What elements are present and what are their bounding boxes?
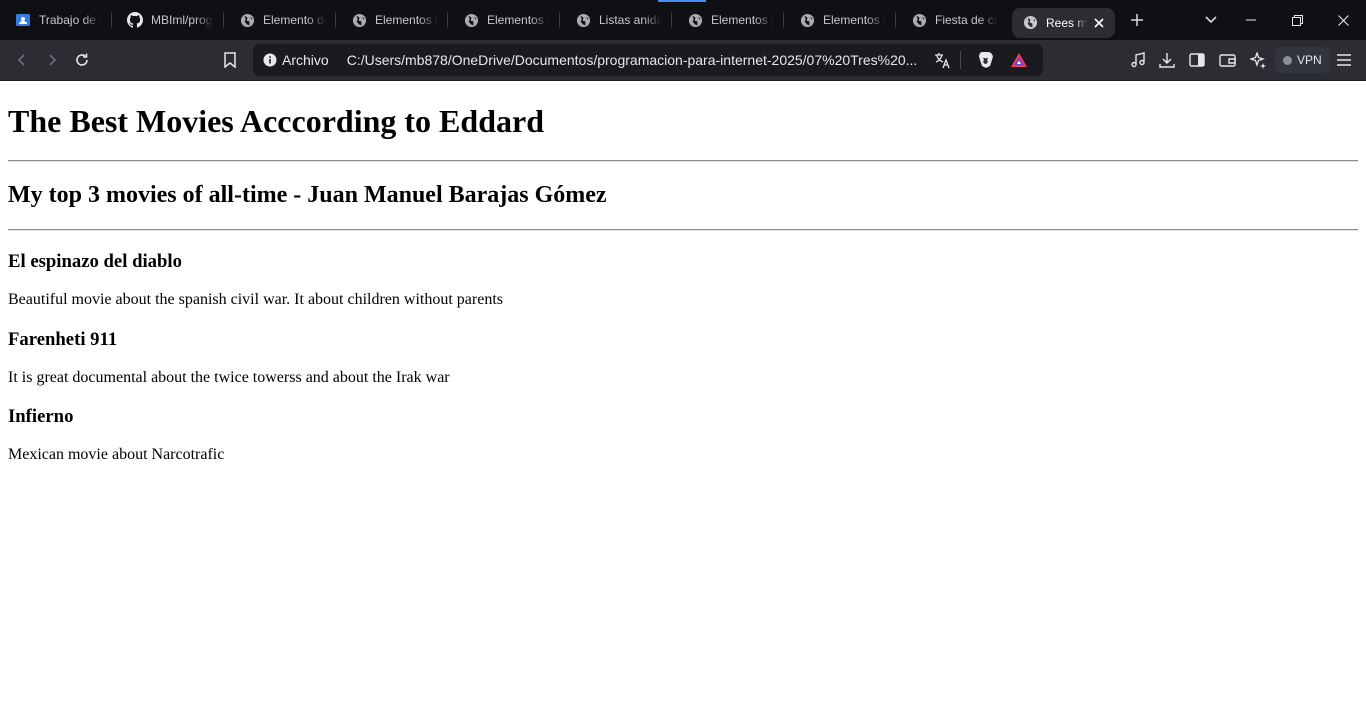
divider [8,160,1358,162]
globe-icon [911,12,927,28]
tab-elementos-ir[interactable]: Elementos ir [784,0,896,40]
minimize-button[interactable] [1228,0,1274,40]
wallet-button[interactable] [1213,46,1241,74]
tab-label: MBIml/prog [151,13,213,27]
tab-strip: Trabajo de c MBIml/prog Elemento de Elem… [0,0,1366,40]
chevron-down-icon [1205,16,1217,24]
movie-description: Beautiful movie about the spanish civil … [8,291,503,308]
url-text[interactable]: C:/Users/mb878/OneDrive/Documentos/progr… [347,52,919,68]
globe-icon [575,12,591,28]
tab-elemento-de[interactable]: Elemento de [224,0,336,40]
forward-button[interactable] [38,46,66,74]
vpn-button[interactable]: VPN [1275,47,1330,73]
close-tab-icon[interactable] [1091,15,1107,31]
tab-search-button[interactable] [1195,0,1227,40]
close-window-button[interactable] [1320,0,1366,40]
tab-label: Elementos p [711,13,774,27]
vpn-status-dot [1283,55,1292,65]
tab-label: Elementos b [375,13,438,27]
tab-elementos-p[interactable]: Elementos p [672,0,784,40]
plus-icon [1131,14,1143,26]
globe-icon [239,12,255,28]
downloads-button[interactable] [1153,46,1181,74]
bookmark-icon [224,52,236,68]
page-title: The Best Movies Acccording to Eddard [8,103,544,139]
globe-icon [1022,15,1038,31]
translate-icon[interactable] [932,50,952,70]
close-icon [1337,14,1349,26]
tab-github[interactable]: MBIml/prog [112,0,224,40]
tab-listas-anidadas[interactable]: Listas anida [560,0,672,40]
tab-label: Fiesta de cu [935,13,998,27]
new-tab-button[interactable] [1117,0,1157,40]
divider [8,229,1358,231]
leo-ai-button[interactable] [1244,46,1272,74]
tab-label: Trabajo de c [39,13,102,27]
sidebar-button[interactable] [1183,46,1211,74]
media-button[interactable] [1124,46,1152,74]
window-controls [1228,0,1366,40]
reload-button[interactable] [68,46,96,74]
url-scheme-label: Archivo [282,52,329,68]
forward-arrow-icon [49,54,57,66]
github-icon [127,12,143,28]
tab-list: Trabajo de c MBIml/prog Elemento de Elem… [0,0,1157,40]
music-note-icon [1131,52,1145,68]
tab-label: Elementos c [487,13,550,27]
wallet-icon [1218,54,1236,67]
tab-label: Elemento de [263,13,326,27]
classroom-icon [15,12,31,28]
movie-description: It is great documental about the twice t… [8,369,450,386]
globe-icon [799,12,815,28]
menu-button[interactable] [1330,46,1358,74]
bookmark-button[interactable] [216,46,244,74]
movie-title: Farenheti 911 [8,329,118,350]
info-icon[interactable] [262,52,278,68]
back-arrow-icon [17,54,25,66]
tab-label: Rees m [1046,15,1087,30]
movie-description: Mexican movie about Narcotrafic [8,446,225,463]
globe-icon [463,12,479,28]
movie-title: El espinazo del diablo [8,251,182,272]
page-content: The Best Movies Acccording to Eddard My … [0,81,1366,728]
hamburger-menu-icon [1337,54,1351,66]
address-bar-actions [918,50,1029,70]
reload-icon [76,53,88,66]
page-subtitle: My top 3 movies of all-time - Juan Manue… [8,182,607,208]
sparkle-icon [1249,51,1266,69]
restore-icon [1291,14,1303,26]
tab-active[interactable]: Rees m [1012,7,1115,38]
globe-icon [351,12,367,28]
globe-icon [687,12,703,28]
back-button[interactable] [8,46,36,74]
address-bar[interactable]: Archivo C:/Users/mb878/OneDrive/Document… [253,44,1043,76]
tab-elementos-c[interactable]: Elementos c [448,0,560,40]
tab-classroom[interactable]: Trabajo de c [0,0,112,40]
download-icon [1159,53,1175,68]
vpn-label: VPN [1297,53,1322,67]
movie-title: Infierno [8,406,74,427]
browser-toolbar: Archivo C:/Users/mb878/OneDrive/Document… [0,40,1366,81]
minimize-icon [1246,19,1256,21]
tab-elementos-b[interactable]: Elementos b [336,0,448,40]
brave-rewards-icon[interactable] [1009,50,1029,70]
tab-label: Elementos ir [823,13,886,27]
brave-shields-icon[interactable] [975,50,995,70]
divider [960,51,961,69]
tab-fiesta-de-cu[interactable]: Fiesta de cu [896,0,1008,40]
tab-label: Listas anida [599,13,662,27]
restore-button[interactable] [1274,0,1320,40]
sidebar-icon [1189,53,1205,67]
